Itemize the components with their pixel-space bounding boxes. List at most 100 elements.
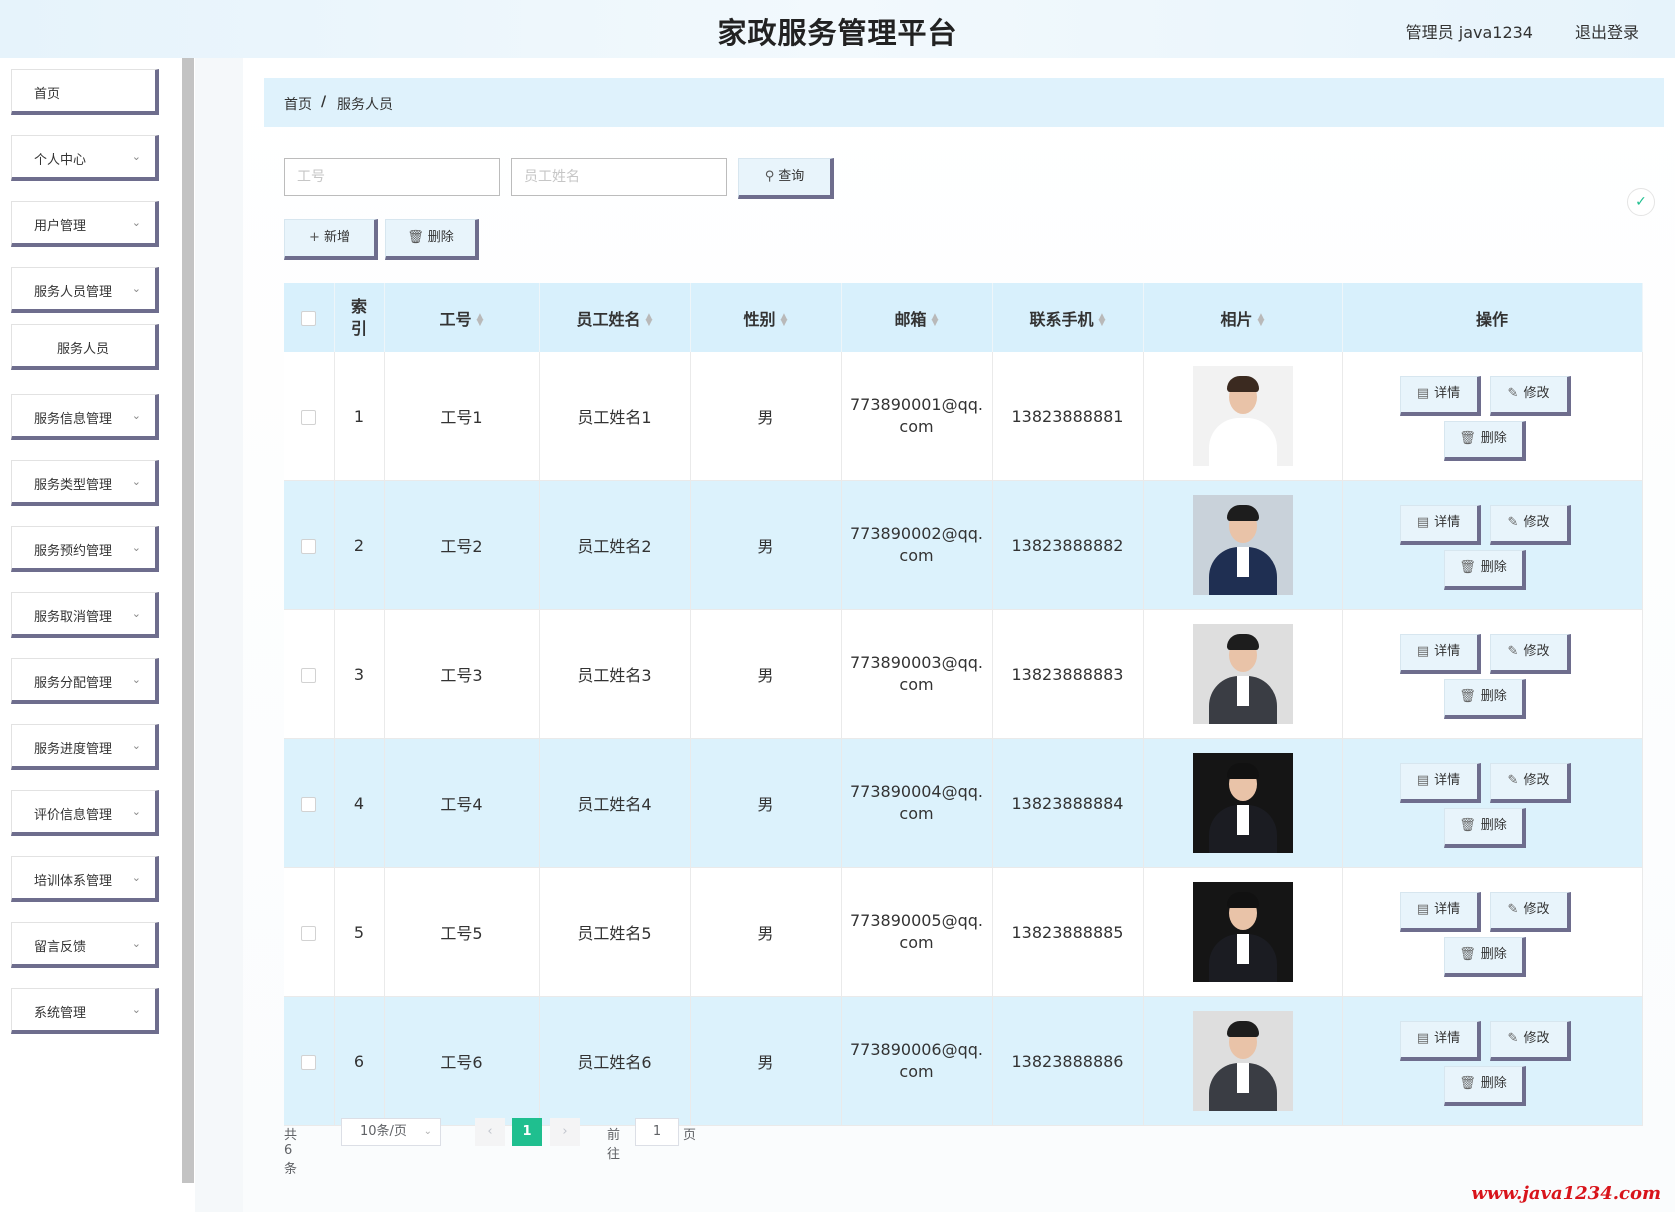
row-checkbox[interactable] bbox=[301, 925, 317, 941]
row-checkbox[interactable] bbox=[301, 796, 317, 812]
table-row[interactable]: 6 工号6 员工姓名6 男 773890006@qq. com 138238888… bbox=[284, 996, 1643, 1126]
edit-button[interactable]: ✎ 修改 bbox=[1489, 892, 1571, 932]
sort-icon[interactable]: ▲ ▼ bbox=[932, 313, 939, 328]
edit-button[interactable]: ✎ 修改 bbox=[1489, 505, 1571, 545]
sidebar-scrollbar[interactable] bbox=[182, 58, 194, 1183]
detail-button[interactable]: ▤ 详情 bbox=[1399, 376, 1481, 416]
breadcrumb-home[interactable]: 首页 bbox=[284, 94, 312, 114]
table-row[interactable]: 4 工号4 员工姓名4 男 773890004@qq. com 138238888… bbox=[284, 738, 1643, 868]
staff-photo[interactable] bbox=[1192, 1011, 1293, 1111]
sidebar-item-home[interactable]: 首页 bbox=[11, 69, 159, 115]
sidebar-item-service-progress[interactable]: 服务进度管理 ⌄ bbox=[11, 724, 159, 770]
column-header-label: 相片 bbox=[1220, 309, 1253, 329]
sidebar-item-label: 培训体系管理 bbox=[34, 874, 113, 889]
cell-gonghao: 工号5 bbox=[384, 867, 540, 997]
row-checkbox[interactable] bbox=[301, 1054, 317, 1070]
table-row[interactable]: 1 工号1 员工姓名1 男 773890001@qq. com 138238888… bbox=[284, 352, 1643, 481]
delete-button[interactable]: 🗑 删除 bbox=[1443, 808, 1526, 848]
sidebar-item-personal-center[interactable]: 个人中心 ⌄ bbox=[11, 135, 159, 181]
delete-button[interactable]: 🗑 删除 bbox=[1443, 550, 1526, 590]
sidebar-item-system[interactable]: 系统管理 ⌄ bbox=[11, 988, 159, 1034]
sidebar-item-service-info[interactable]: 服务信息管理 ⌄ bbox=[11, 394, 159, 440]
edit-button-label: 修改 bbox=[1523, 773, 1550, 788]
sidebar-item-staff-management[interactable]: 服务人员管理 ⌄ bbox=[11, 267, 159, 313]
sidebar-item-feedback[interactable]: 留言反馈 ⌄ bbox=[11, 922, 159, 968]
delete-button[interactable]: 🗑 删除 bbox=[1443, 679, 1526, 719]
cell-photo bbox=[1143, 996, 1343, 1126]
watermark: www.java1234.com bbox=[1471, 1183, 1661, 1204]
detail-button-label: 详情 bbox=[1434, 644, 1461, 659]
sidebar-item-review-info[interactable]: 评价信息管理 ⌄ bbox=[11, 790, 159, 836]
staff-photo[interactable] bbox=[1192, 624, 1293, 724]
detail-button[interactable]: ▤ 详情 bbox=[1399, 763, 1481, 803]
staff-photo[interactable] bbox=[1192, 753, 1293, 853]
delete-button-label: 删除 bbox=[1480, 1076, 1507, 1091]
sidebar-subitem-staff[interactable]: 服务人员 bbox=[11, 324, 159, 370]
sort-icon[interactable]: ▲ ▼ bbox=[646, 313, 653, 328]
cell-actions: ▤ 详情 ✎ 修改 🗑 删除 bbox=[1342, 738, 1643, 868]
edit-button[interactable]: ✎ 修改 bbox=[1489, 376, 1571, 416]
column-header-name[interactable]: 员工姓名 ▲ ▼ bbox=[539, 283, 691, 352]
row-checkbox[interactable] bbox=[301, 538, 317, 554]
cell-gender: 男 bbox=[690, 867, 842, 997]
cell-index: 4 bbox=[334, 738, 385, 868]
email-part-1: 773890002@qq. bbox=[849, 524, 983, 543]
sidebar-item-user-management[interactable]: 用户管理 ⌄ bbox=[11, 201, 159, 247]
sidebar-item-training[interactable]: 培训体系管理 ⌄ bbox=[11, 856, 159, 902]
prev-page-button[interactable]: ‹ bbox=[475, 1118, 505, 1146]
sort-icon[interactable]: ▲ ▼ bbox=[1258, 313, 1265, 328]
sort-icon[interactable]: ▲ ▼ bbox=[477, 313, 484, 328]
detail-button[interactable]: ▤ 详情 bbox=[1399, 505, 1481, 545]
logout-link[interactable]: 退出登录 bbox=[1575, 19, 1639, 43]
sort-icon[interactable]: ▲ ▼ bbox=[781, 313, 788, 328]
delete-button[interactable]: 🗑 删除 bbox=[1443, 937, 1526, 977]
delete-button-label: 删除 bbox=[1480, 947, 1507, 962]
sidebar-item-service-cancel[interactable]: 服务取消管理 ⌄ bbox=[11, 592, 159, 638]
detail-button[interactable]: ▤ 详情 bbox=[1399, 1021, 1481, 1061]
delete-button[interactable]: 🗑 删除 bbox=[1443, 421, 1526, 461]
edit-button[interactable]: ✎ 修改 bbox=[1489, 1021, 1571, 1061]
cell-email: 773890002@qq. com bbox=[841, 480, 993, 610]
row-checkbox[interactable] bbox=[301, 409, 317, 425]
detail-button[interactable]: ▤ 详情 bbox=[1399, 892, 1481, 932]
staff-photo[interactable] bbox=[1192, 882, 1293, 982]
row-checkbox[interactable] bbox=[301, 667, 317, 683]
gonghao-search-input[interactable] bbox=[284, 158, 500, 196]
breadcrumb-current: 服务人员 bbox=[337, 97, 393, 113]
column-header-photo[interactable]: 相片 ▲ ▼ bbox=[1143, 283, 1343, 352]
column-header-email[interactable]: 邮箱 ▲ ▼ bbox=[841, 283, 993, 352]
cell-actions: ▤ 详情 ✎ 修改 🗑 删除 bbox=[1342, 996, 1643, 1126]
batch-delete-button[interactable]: 🗑 删除 bbox=[385, 219, 479, 260]
query-button[interactable]: ⚲ 查询 bbox=[738, 158, 834, 199]
cell-gender: 男 bbox=[690, 738, 842, 868]
table-row[interactable]: 2 工号2 员工姓名2 男 773890002@qq. com 138238888… bbox=[284, 480, 1643, 610]
cell-actions: ▤ 详情 ✎ 修改 🗑 删除 bbox=[1342, 867, 1643, 997]
chevron-down-icon: ⌄ bbox=[131, 607, 141, 620]
edit-button[interactable]: ✎ 修改 bbox=[1489, 634, 1571, 674]
staff-photo[interactable] bbox=[1192, 495, 1293, 595]
floating-assistant-icon[interactable]: ✓ bbox=[1627, 188, 1655, 216]
edit-button[interactable]: ✎ 修改 bbox=[1489, 763, 1571, 803]
name-search-input[interactable] bbox=[511, 158, 727, 196]
delete-button[interactable]: 🗑 删除 bbox=[1443, 1066, 1526, 1106]
page-number-current[interactable]: 1 bbox=[512, 1118, 542, 1146]
add-button[interactable]: + 新增 bbox=[284, 219, 378, 260]
cell-index: 6 bbox=[334, 996, 385, 1126]
sidebar-item-service-type[interactable]: 服务类型管理 ⌄ bbox=[11, 460, 159, 506]
column-header-gonghao[interactable]: 工号 ▲ ▼ bbox=[384, 283, 540, 352]
next-page-button[interactable]: › bbox=[550, 1118, 580, 1146]
page-size-select[interactable]: 10条/页 ⌄ bbox=[341, 1118, 441, 1146]
select-all-checkbox[interactable] bbox=[301, 311, 317, 326]
table-row[interactable]: 3 工号3 员工姓名3 男 773890003@qq. com 138238888… bbox=[284, 609, 1643, 739]
detail-button[interactable]: ▤ 详情 bbox=[1399, 634, 1481, 674]
staff-photo[interactable] bbox=[1192, 366, 1293, 466]
table-row[interactable]: 5 工号5 员工姓名5 男 773890005@qq. com 138238888… bbox=[284, 867, 1643, 997]
sort-icon[interactable]: ▲ ▼ bbox=[1099, 313, 1106, 328]
column-header-phone[interactable]: 联系手机 ▲ ▼ bbox=[992, 283, 1144, 352]
sidebar-item-service-booking[interactable]: 服务预约管理 ⌄ bbox=[11, 526, 159, 572]
sidebar-item-service-assign[interactable]: 服务分配管理 ⌄ bbox=[11, 658, 159, 704]
sidebar-item-label: 服务人员管理 bbox=[34, 285, 113, 300]
column-header-gender[interactable]: 性别 ▲ ▼ bbox=[690, 283, 842, 352]
detail-button-label: 详情 bbox=[1434, 902, 1461, 917]
goto-page-input[interactable]: 1 bbox=[635, 1118, 679, 1146]
